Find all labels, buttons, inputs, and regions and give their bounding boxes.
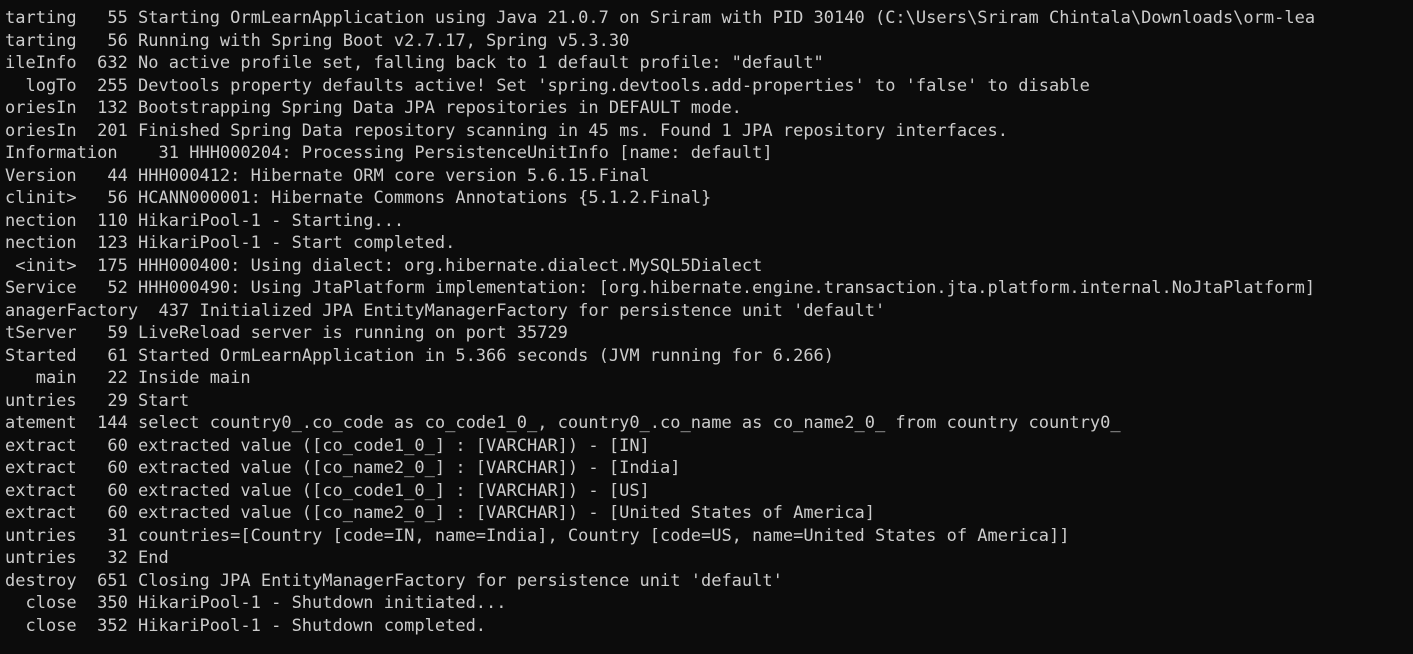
log-line: ileInfo 632 No active profile set, falli… (5, 53, 824, 73)
log-line: main 22 Inside main (5, 368, 251, 388)
log-line: extract 60 extracted value ([co_name2_0_… (5, 503, 875, 523)
terminal-output[interactable]: tarting 55 Starting OrmLearnApplication … (0, 0, 1413, 654)
log-line: nection 110 HikariPool-1 - Starting... (5, 210, 405, 231)
log-line: extract 60 extracted value ([co_name2_0_… (5, 458, 681, 478)
log-line: extract 60 extracted value ([co_code1_0_… (5, 480, 650, 501)
log-line: tarting 55 Starting OrmLearnApplication … (5, 8, 1316, 28)
log-line: close 350 HikariPool-1 - Shutdown initia… (5, 593, 507, 613)
log-line: tServer 59 LiveReload server is running … (5, 323, 568, 343)
log-line: nection 123 HikariPool-1 - Start complet… (5, 233, 456, 253)
log-line: atement 144 select country0_.co_code as … (5, 413, 1121, 433)
log-line: destroy 651 Closing JPA EntityManagerFac… (5, 570, 783, 591)
log-line: Information 31 HHH000204: Processing Per… (5, 143, 773, 163)
log-line: untries 29 Start (5, 390, 190, 411)
log-line: oriesIn 132 Bootstrapping Spring Data JP… (5, 98, 742, 118)
log-line: untries 32 End (5, 548, 169, 568)
log-line: untries 31 countries=[Country [code=IN, … (5, 525, 1070, 546)
log-line: Service 52 HHH000490: Using JtaPlatform … (5, 278, 1316, 298)
log-line: extract 60 extracted value ([co_code1_0_… (5, 435, 650, 456)
log-line: logTo 255 Devtools property defaults act… (5, 75, 1090, 96)
log-line: Started 61 Started OrmLearnApplication i… (5, 345, 835, 366)
log-line: oriesIn 201 Finished Spring Data reposit… (5, 120, 1009, 141)
log-line: tarting 56 Running with Spring Boot v2.7… (5, 30, 630, 51)
log-line: <init> 175 HHH000400: Using dialect: org… (5, 255, 763, 276)
log-line: anagerFactory 437 Initialized JPA Entity… (5, 300, 886, 321)
log-line: close 352 HikariPool-1 - Shutdown comple… (5, 615, 487, 636)
log-line: Version 44 HHH000412: Hibernate ORM core… (5, 165, 650, 186)
log-line: clinit> 56 HCANN000001: Hibernate Common… (5, 188, 712, 208)
